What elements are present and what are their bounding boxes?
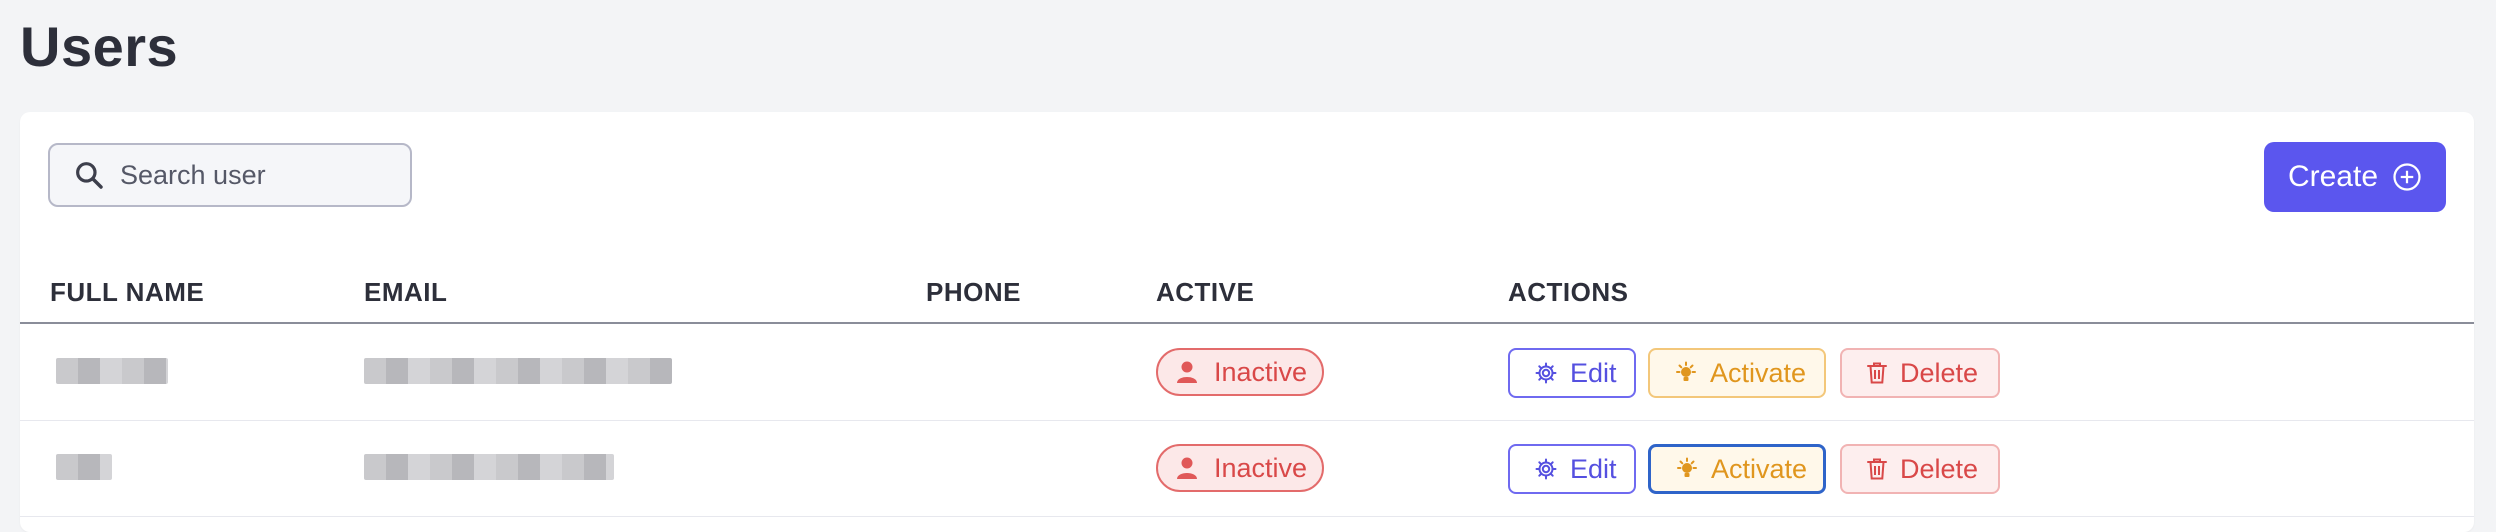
- redacted-full-name: [56, 454, 112, 480]
- table-row: Inactive Edit Activate Delete: [20, 324, 2474, 421]
- search-icon: [72, 158, 106, 192]
- user-icon: [1176, 456, 1198, 480]
- activate-button[interactable]: Activate: [1648, 444, 1826, 494]
- status-badge: Inactive: [1156, 444, 1324, 492]
- status-badge-label: Inactive: [1214, 356, 1308, 387]
- plus-circle-icon: [2392, 162, 2422, 192]
- column-header-full-name: FULL NAME: [50, 277, 205, 307]
- gear-icon: [1534, 457, 1558, 481]
- activate-button-label: Activate: [1711, 453, 1808, 484]
- search-box[interactable]: [48, 143, 412, 207]
- user-icon: [1176, 360, 1198, 384]
- status-badge: Inactive: [1156, 348, 1324, 396]
- redacted-email: [364, 454, 614, 480]
- edit-button[interactable]: Edit: [1508, 348, 1636, 398]
- delete-button[interactable]: Delete: [1840, 348, 2000, 398]
- trash-icon: [1866, 361, 1888, 385]
- delete-button-label: Delete: [1900, 357, 1979, 388]
- table-header: FULL NAME EMAIL PHONE ACTIVE ACTIONS: [20, 262, 2474, 324]
- search-input[interactable]: [118, 158, 402, 192]
- edit-button-label: Edit: [1570, 357, 1617, 388]
- activate-button-label: Activate: [1710, 357, 1807, 388]
- table-row: Inactive Edit Activate Delete: [20, 420, 2474, 517]
- column-header-actions: ACTIONS: [1508, 277, 1629, 307]
- create-button[interactable]: Create: [2264, 142, 2446, 212]
- status-badge-label: Inactive: [1214, 452, 1308, 483]
- column-header-phone: PHONE: [926, 277, 1021, 307]
- redacted-email: [364, 358, 672, 384]
- activate-button[interactable]: Activate: [1648, 348, 1826, 398]
- page-title: Users: [20, 15, 179, 78]
- lightbulb-icon: [1675, 457, 1699, 481]
- users-card: Create FULL NAME EMAIL PHONE ACTIVE ACTI…: [20, 112, 2474, 532]
- edit-button-label: Edit: [1570, 453, 1617, 484]
- delete-button[interactable]: Delete: [1840, 444, 2000, 494]
- edit-button[interactable]: Edit: [1508, 444, 1636, 494]
- lightbulb-icon: [1674, 361, 1698, 385]
- trash-icon: [1866, 457, 1888, 481]
- column-header-email: EMAIL: [364, 277, 448, 307]
- column-header-active: ACTIVE: [1156, 277, 1255, 307]
- gear-icon: [1534, 361, 1558, 385]
- redacted-full-name: [56, 358, 168, 384]
- delete-button-label: Delete: [1900, 453, 1979, 484]
- create-button-label: Create: [2287, 160, 2379, 193]
